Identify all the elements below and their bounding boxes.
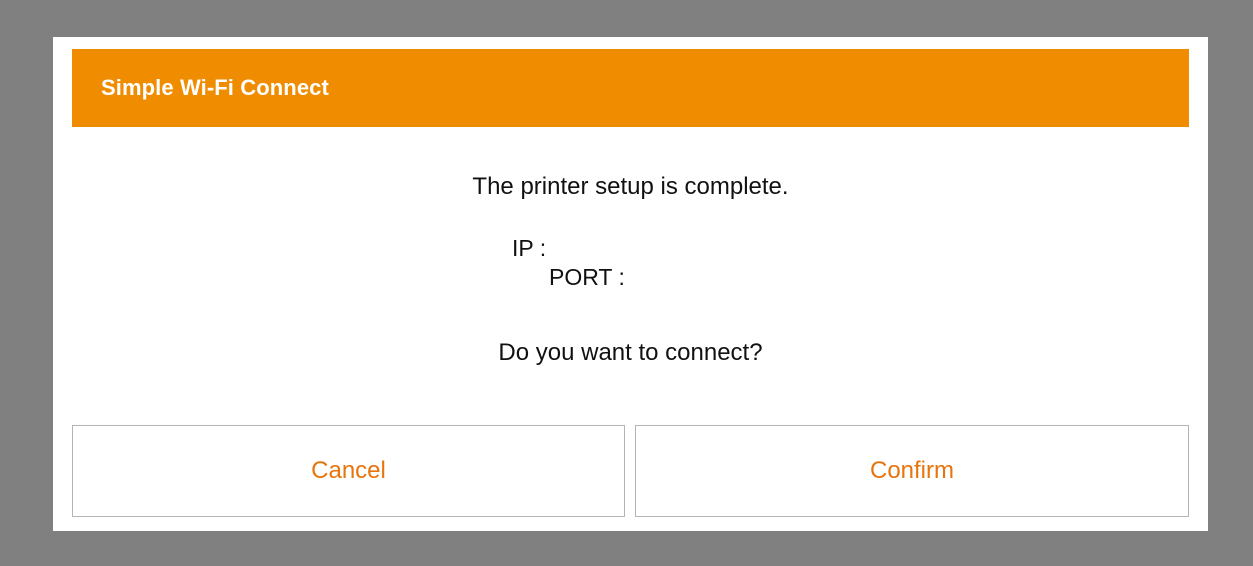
cancel-button-label: Cancel [311,457,386,484]
setup-complete-message: The printer setup is complete. [472,173,789,200]
ip-label: IP : [512,235,553,261]
port-label: PORT : [549,264,632,290]
dialog-title: Simple Wi-Fi Connect [101,75,329,100]
confirm-button-label: Confirm [869,457,954,484]
dialog-title-bar: Simple Wi-Fi Connect [72,49,1189,127]
connect-question: Do you want to connect? [498,339,763,366]
cancel-button[interactable]: Cancel [72,425,625,517]
confirm-button[interactable]: Confirm [635,425,1189,517]
wifi-connect-dialog: Simple Wi-Fi Connect The printer setup i… [53,37,1208,531]
